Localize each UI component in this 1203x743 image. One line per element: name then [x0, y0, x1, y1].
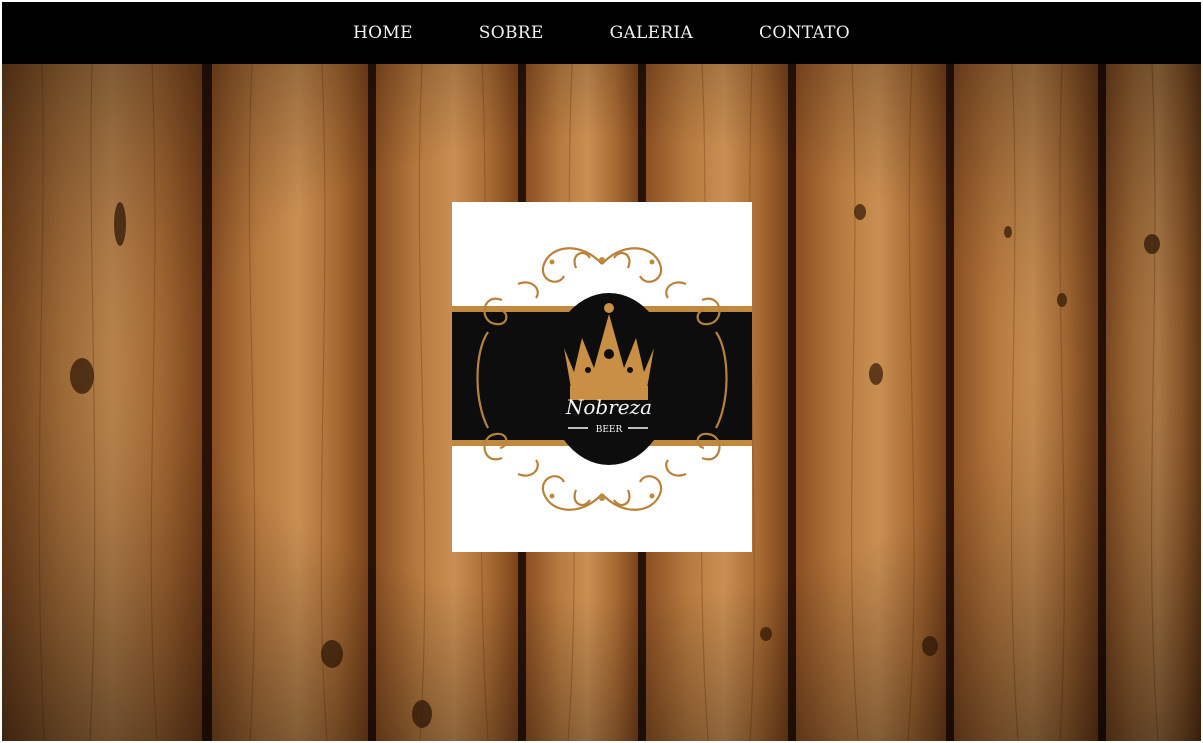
page-frame: HOME SOBRE GALERIA CONTATO Nobreza BEER: [2, 2, 1201, 741]
hero-section: Nobreza BEER: [2, 64, 1201, 741]
nav-galeria-link[interactable]: GALERIA: [610, 23, 693, 43]
nav-sobre-link[interactable]: SOBRE: [479, 23, 544, 43]
logo-artwork: Nobreza BEER: [452, 247, 752, 511]
logo-brand-text: Nobreza: [565, 395, 652, 419]
nobreza-beer-logo: Nobreza BEER: [452, 202, 752, 552]
top-navbar: HOME SOBRE GALERIA CONTATO: [2, 2, 1201, 64]
nav-contato-link[interactable]: CONTATO: [759, 23, 850, 43]
logo-sub-text: BEER: [596, 425, 623, 435]
nav-home-link[interactable]: HOME: [353, 23, 413, 43]
nav-links: HOME SOBRE GALERIA CONTATO: [353, 23, 850, 43]
